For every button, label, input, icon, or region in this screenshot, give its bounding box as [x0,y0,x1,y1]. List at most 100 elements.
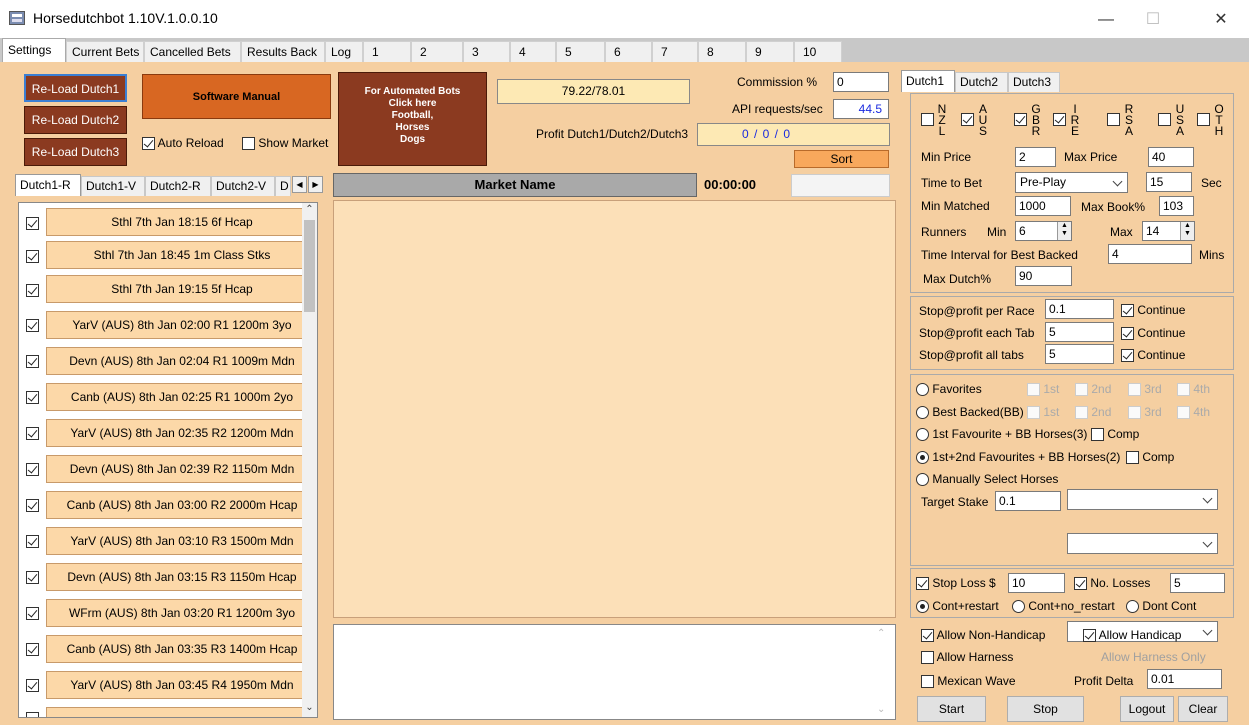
interval-input[interactable]: 4 [1108,244,1192,264]
race-item-8[interactable]: Devn (AUS) 8th Jan 02:39 R2 1150m Mdn [46,455,317,483]
maximize-button[interactable]: ☐ [1130,6,1176,34]
min-price-input[interactable]: 2 [1015,147,1056,167]
mexican-wave-checkbox[interactable]: Mexican Wave [921,674,1016,689]
tab-2[interactable]: 2 [411,41,463,62]
race-checkbox-3[interactable] [26,283,39,298]
race-item-9[interactable]: Canb (AUS) 8th Jan 03:00 R2 2000m Hcap [46,491,317,519]
race-item-1[interactable]: Sthl 7th Jan 18:15 6f Hcap [46,208,317,236]
tab-7[interactable]: 7 [652,41,698,62]
logout-button[interactable]: Logout [1120,696,1174,722]
dont-cont-radio[interactable]: Dont Cont [1126,599,1196,614]
commission-input[interactable]: 0 [833,72,889,92]
log-textarea[interactable] [333,624,896,720]
fav-bb-radio[interactable]: 1st Favourite + BB Horses(3) [916,427,1087,442]
race-item-6[interactable]: Canb (AUS) 8th Jan 02:25 R1 1000m 2yo [46,383,317,411]
allow-non-handicap-checkbox[interactable]: Allow Non-Handicap [921,628,1045,643]
fav-4th-check[interactable]: 4th [1177,382,1210,397]
stop-profit-tab-input[interactable]: 5 [1045,322,1114,342]
race-item-10[interactable]: YarV (AUS) 8th Jan 03:10 R3 1500m Mdn [46,527,317,555]
country-rsa-checkbox[interactable] [1107,112,1120,127]
reload-dutch1-button[interactable]: Re-Load Dutch1 [24,74,127,102]
show-market-checkbox[interactable]: Show Market [242,136,328,151]
tab-6[interactable]: 6 [605,41,652,62]
stop-button[interactable]: Stop [1007,696,1084,722]
profit-delta-input[interactable]: 0.01 [1147,669,1222,689]
auto-reload-checkbox[interactable]: Auto Reload [142,136,224,151]
automated-bots-button[interactable]: For Automated Bots Click here Football, … [338,72,487,166]
software-manual-button[interactable]: Software Manual [142,74,331,119]
max-price-input[interactable]: 40 [1148,147,1194,167]
tab-5[interactable]: 5 [556,41,605,62]
target-stake-input[interactable]: 0.1 [995,491,1061,511]
tab-log[interactable]: Log [325,41,363,62]
race-checkbox-5[interactable] [26,354,39,369]
favorites-radio[interactable]: Favorites [916,382,982,397]
sort-button[interactable]: Sort [794,150,889,168]
tab-3[interactable]: 3 [463,41,510,62]
stop-loss-checkbox[interactable]: Stop Loss $ [916,576,996,591]
tab-dutch2-r[interactable]: Dutch2-R [145,176,211,196]
tab-scroll-left-icon[interactable]: ◀ [292,176,307,193]
tab-4[interactable]: 4 [510,41,556,62]
race-item-5[interactable]: Devn (AUS) 8th Jan 02:04 R1 1009m Mdn [46,347,317,375]
spin-arrows-icon[interactable]: ▲ ▼ [1057,222,1071,240]
race-item-14[interactable]: YarV (AUS) 8th Jan 03:45 R4 1950m Mdn [46,671,317,699]
no-losses-input[interactable]: 5 [1170,573,1225,593]
tab-settings[interactable]: Settings [2,38,66,62]
scroll-down-icon[interactable]: ⌄ [302,702,317,716]
max-book-input[interactable]: 103 [1159,196,1194,216]
race-item-11[interactable]: Devn (AUS) 8th Jan 03:15 R3 1150m Hcap [46,563,317,591]
tab-10[interactable]: 10 [794,41,842,62]
min-matched-input[interactable]: 1000 [1015,196,1071,216]
race-checkbox-15[interactable] [26,711,39,717]
race-item-2[interactable]: Sthl 7th Jan 18:45 1m Class Stks [46,241,317,269]
stop-profit-race-input[interactable]: 0.1 [1045,299,1114,319]
race-checkbox-12[interactable] [26,606,39,621]
time-to-bet-select[interactable]: Pre-Play [1015,172,1128,193]
stop-loss-input[interactable]: 10 [1008,573,1065,593]
horse-select-2[interactable] [1067,533,1218,554]
fav-1st-check[interactable]: 1st [1027,382,1059,397]
race-item-4[interactable]: YarV (AUS) 8th Jan 02:00 R1 1200m 3yo [46,311,317,339]
start-button[interactable]: Start [917,696,986,722]
country-usa-checkbox[interactable] [1158,112,1171,127]
tab-current-bets[interactable]: Current Bets [66,41,144,62]
fav-3rd-check[interactable]: 3rd [1128,382,1162,397]
race-checkbox-9[interactable] [26,498,39,513]
race-item-13[interactable]: Canb (AUS) 8th Jan 03:35 R3 1400m Hcap [46,635,317,663]
tab-1[interactable]: 1 [363,41,411,62]
tab-results-back[interactable]: Results Back [241,41,325,62]
bb-3rd-check[interactable]: 3rd [1128,405,1162,420]
stop-profit-all-input[interactable]: 5 [1045,344,1114,364]
tab-dutch2-v[interactable]: Dutch2-V [211,176,275,196]
country-nzl-checkbox[interactable] [921,112,934,127]
country-gbr-checkbox[interactable] [1014,112,1027,127]
close-button[interactable]: ✕ [1198,6,1244,34]
log-scroll-up-icon[interactable]: ⌃ [877,628,885,639]
race-checkbox-13[interactable] [26,642,39,657]
race-item-12[interactable]: WFrm (AUS) 8th Jan 03:20 R1 1200m 3yo [46,599,317,627]
clear-button[interactable]: Clear [1178,696,1228,722]
reload-dutch2-button[interactable]: Re-Load Dutch2 [24,106,127,134]
tab-8[interactable]: 8 [698,41,746,62]
race-item-3[interactable]: Sthl 7th Jan 19:15 5f Hcap [46,275,317,303]
runners-max-stepper[interactable]: 14 ▲ ▼ [1142,221,1195,241]
runners-min-stepper[interactable]: 6 ▲ ▼ [1015,221,1072,241]
stop-profit-all-continue[interactable]: Continue [1121,348,1185,363]
race-checkbox-8[interactable] [26,462,39,477]
horse-select-1[interactable] [1067,489,1218,510]
tab-d[interactable]: D [275,176,291,196]
tab-cancelled-bets[interactable]: Cancelled Bets [144,41,241,62]
fav2-bb-comp-check[interactable]: Comp [1126,450,1174,465]
bb-4th-check[interactable]: 4th [1177,405,1210,420]
bb-1st-check[interactable]: 1st [1027,405,1059,420]
fav-bb-comp-check[interactable]: Comp [1091,427,1139,442]
race-checkbox-11[interactable] [26,570,39,585]
minimize-button[interactable]: — [1083,6,1129,34]
fav-2nd-check[interactable]: 2nd [1075,382,1111,397]
max-dutch-input[interactable]: 90 [1015,266,1072,286]
tab-9[interactable]: 9 [746,41,794,62]
best-backed-radio[interactable]: Best Backed(BB) [916,405,1024,420]
manual-select-radio[interactable]: Manually Select Horses [916,472,1058,487]
race-checkbox-2[interactable] [26,249,39,264]
